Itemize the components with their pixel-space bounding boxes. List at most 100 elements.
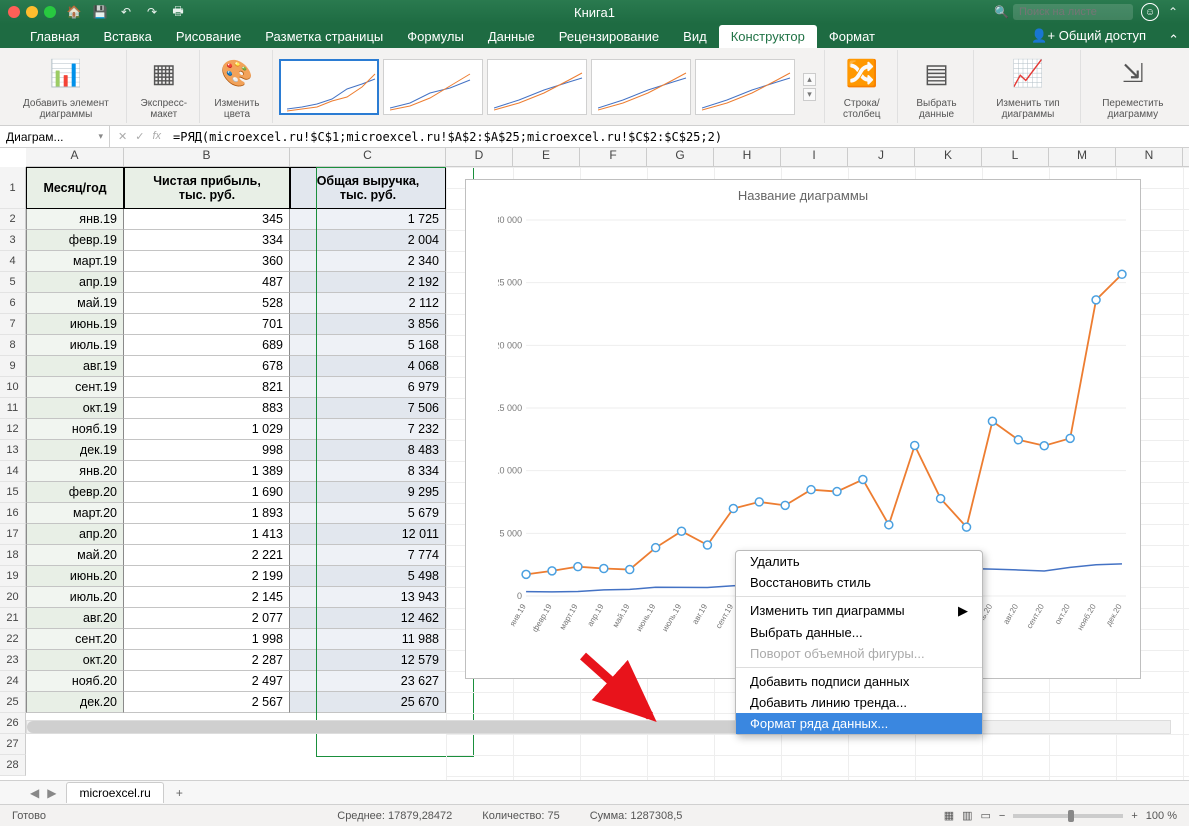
view-normal-icon[interactable]: ▦ bbox=[944, 809, 954, 822]
header-cell[interactable]: Чистая прибыль, тыс. руб. bbox=[124, 167, 290, 209]
row-header-14[interactable]: 14 bbox=[0, 461, 26, 482]
chart-style-2[interactable] bbox=[383, 59, 483, 115]
cell[interactable]: май.19 bbox=[26, 293, 124, 314]
row-header-7[interactable]: 7 bbox=[0, 314, 26, 335]
row-header-27[interactable]: 27 bbox=[0, 734, 26, 755]
row-header-11[interactable]: 11 bbox=[0, 398, 26, 419]
col-header-F[interactable]: F bbox=[580, 148, 647, 166]
cell[interactable]: янв.19 bbox=[26, 209, 124, 230]
row-header-16[interactable]: 16 bbox=[0, 503, 26, 524]
row-headers[interactable]: 1234567891011121314151617181920212223242… bbox=[0, 167, 26, 776]
cell[interactable]: март.19 bbox=[26, 251, 124, 272]
chart-styles-gallery[interactable]: ▴▾ bbox=[275, 50, 825, 123]
cell[interactable]: 345 bbox=[124, 209, 290, 230]
tab-Формулы[interactable]: Формулы bbox=[395, 25, 476, 48]
cell[interactable]: апр.19 bbox=[26, 272, 124, 293]
column-headers[interactable]: ABCDEFGHIJKLMN bbox=[26, 148, 1189, 167]
sheet-nav-right-icon[interactable]: ▶ bbox=[47, 786, 56, 800]
view-pagebreak-icon[interactable]: ▭ bbox=[981, 809, 991, 822]
cells[interactable]: Месяц/годЧистая прибыль, тыс. руб.Общая … bbox=[26, 167, 446, 713]
cell[interactable]: 487 bbox=[124, 272, 290, 293]
tab-Рецензирование[interactable]: Рецензирование bbox=[547, 25, 671, 48]
tab-Данные[interactable]: Данные bbox=[476, 25, 547, 48]
menu-item[interactable]: Удалить bbox=[736, 551, 982, 572]
cell[interactable]: 11 988 bbox=[290, 629, 446, 650]
cell[interactable]: апр.20 bbox=[26, 524, 124, 545]
col-header-D[interactable]: D bbox=[446, 148, 513, 166]
col-header-H[interactable]: H bbox=[714, 148, 781, 166]
col-header-C[interactable]: C bbox=[290, 148, 446, 166]
menu-item[interactable]: Восстановить стиль bbox=[736, 572, 982, 593]
cell[interactable]: дек.20 bbox=[26, 692, 124, 713]
row-header-28[interactable]: 28 bbox=[0, 755, 26, 776]
cell[interactable]: нояб.20 bbox=[26, 671, 124, 692]
cell[interactable]: 701 bbox=[124, 314, 290, 335]
cell[interactable]: 360 bbox=[124, 251, 290, 272]
cell[interactable]: 5 679 bbox=[290, 503, 446, 524]
menu-item[interactable]: Добавить линию тренда... bbox=[736, 692, 982, 713]
zoom-out-icon[interactable]: − bbox=[999, 810, 1005, 822]
row-header-24[interactable]: 24 bbox=[0, 671, 26, 692]
cell[interactable]: 12 462 bbox=[290, 608, 446, 629]
col-header-E[interactable]: E bbox=[513, 148, 580, 166]
col-header-A[interactable]: A bbox=[26, 148, 124, 166]
cell[interactable]: 334 bbox=[124, 230, 290, 251]
collapse-ribbon-icon[interactable]: ⌃ bbox=[1158, 32, 1189, 48]
cell[interactable]: сент.20 bbox=[26, 629, 124, 650]
tab-Вставка[interactable]: Вставка bbox=[91, 25, 163, 48]
menu-item[interactable]: Формат ряда данных... bbox=[736, 713, 982, 734]
cell[interactable]: 1 893 bbox=[124, 503, 290, 524]
change-colors-button[interactable]: 🎨 Изменить цвета bbox=[202, 50, 273, 123]
cell[interactable]: 998 bbox=[124, 440, 290, 461]
cell[interactable]: 689 bbox=[124, 335, 290, 356]
cell[interactable]: авг.20 bbox=[26, 608, 124, 629]
row-header-3[interactable]: 3 bbox=[0, 230, 26, 251]
row-header-5[interactable]: 5 bbox=[0, 272, 26, 293]
row-header-8[interactable]: 8 bbox=[0, 335, 26, 356]
cell[interactable]: 1 690 bbox=[124, 482, 290, 503]
cell[interactable]: 5 168 bbox=[290, 335, 446, 356]
worksheet-grid[interactable]: ABCDEFGHIJKLMN 1234567891011121314151617… bbox=[0, 148, 1189, 780]
cell[interactable]: 883 bbox=[124, 398, 290, 419]
menu-item[interactable]: Изменить тип диаграммы▶ bbox=[736, 600, 982, 622]
cell[interactable]: 1 389 bbox=[124, 461, 290, 482]
row-header-19[interactable]: 19 bbox=[0, 566, 26, 587]
menu-item[interactable]: Добавить подписи данных bbox=[736, 671, 982, 692]
cell[interactable]: февр.20 bbox=[26, 482, 124, 503]
cell[interactable]: май.20 bbox=[26, 545, 124, 566]
col-header-G[interactable]: G bbox=[647, 148, 714, 166]
cell[interactable]: 528 bbox=[124, 293, 290, 314]
cell[interactable]: 2 287 bbox=[124, 650, 290, 671]
cell[interactable]: 2 340 bbox=[290, 251, 446, 272]
cell[interactable]: 25 670 bbox=[290, 692, 446, 713]
row-header-25[interactable]: 25 bbox=[0, 692, 26, 713]
cell[interactable]: 4 068 bbox=[290, 356, 446, 377]
row-header-17[interactable]: 17 bbox=[0, 524, 26, 545]
cancel-formula-icon[interactable]: ✕ bbox=[118, 130, 127, 143]
row-header-6[interactable]: 6 bbox=[0, 293, 26, 314]
row-header-21[interactable]: 21 bbox=[0, 608, 26, 629]
chart-style-4[interactable] bbox=[591, 59, 691, 115]
cell[interactable]: 2 145 bbox=[124, 587, 290, 608]
row-header-10[interactable]: 10 bbox=[0, 377, 26, 398]
header-cell[interactable]: Месяц/год bbox=[26, 167, 124, 209]
cell[interactable]: 13 943 bbox=[290, 587, 446, 608]
search-box[interactable]: 🔍 bbox=[994, 4, 1133, 20]
cell[interactable]: 6 979 bbox=[290, 377, 446, 398]
cell[interactable]: 2 497 bbox=[124, 671, 290, 692]
cell[interactable]: 7 506 bbox=[290, 398, 446, 419]
tab-Главная[interactable]: Главная bbox=[18, 25, 91, 48]
col-header-I[interactable]: I bbox=[781, 148, 848, 166]
col-header-M[interactable]: M bbox=[1049, 148, 1116, 166]
cell[interactable]: июль.19 bbox=[26, 335, 124, 356]
cell[interactable]: 12 579 bbox=[290, 650, 446, 671]
name-box[interactable]: Диаграм...▾ bbox=[0, 126, 110, 147]
cell[interactable]: июнь.19 bbox=[26, 314, 124, 335]
view-layout-icon[interactable]: ▥ bbox=[962, 809, 972, 822]
window-close-icon[interactable] bbox=[8, 6, 20, 18]
cell[interactable]: 9 295 bbox=[290, 482, 446, 503]
add-chart-element-button[interactable]: 📊 Добавить элемент диаграммы bbox=[6, 50, 127, 123]
cell[interactable]: окт.19 bbox=[26, 398, 124, 419]
cell[interactable]: авг.19 bbox=[26, 356, 124, 377]
cell[interactable]: 2 199 bbox=[124, 566, 290, 587]
